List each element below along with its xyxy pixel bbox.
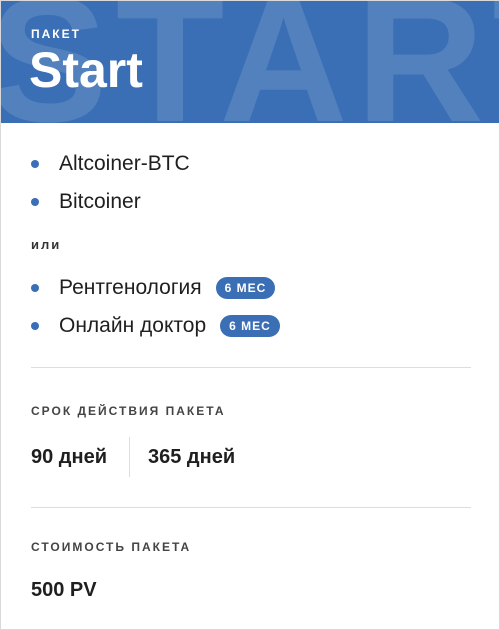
bullet-icon xyxy=(31,322,39,330)
bullet-icon xyxy=(31,284,39,292)
bullet-icon xyxy=(31,160,39,168)
package-label: ПАКЕТ xyxy=(31,27,81,41)
validity-option-90: 90 дней xyxy=(31,445,107,468)
feature-list-primary: Altcoiner-BTC Bitcoiner xyxy=(31,145,190,221)
validity-label: СРОК ДЕЙСТВИЯ ПАКЕТА xyxy=(31,404,226,418)
duration-badge: 6 МЕС xyxy=(220,315,280,337)
package-card: START ПАКЕТ Start Altcoiner-BTC Bitcoine… xyxy=(0,0,500,630)
list-item: Рентгенология 6 МЕС xyxy=(31,269,280,307)
section-divider xyxy=(31,367,471,368)
list-item-label: Рентгенология xyxy=(59,276,202,299)
list-item: Онлайн доктор 6 МЕС xyxy=(31,307,280,345)
feature-list-alternative: Рентгенология 6 МЕС Онлайн доктор 6 МЕС xyxy=(31,269,280,345)
list-item: Altcoiner-BTC xyxy=(31,145,190,183)
validity-option-365: 365 дней xyxy=(148,445,236,468)
list-item-label: Bitcoiner xyxy=(59,190,141,213)
duration-badge: 6 МЕС xyxy=(215,277,276,299)
list-item: Bitcoiner xyxy=(31,183,190,221)
validity-options: 90 дней 365 дней xyxy=(31,437,235,477)
bullet-icon xyxy=(31,198,39,206)
price-value: 500 PV xyxy=(31,579,97,601)
package-title: Start xyxy=(29,42,143,98)
list-item-label: Altcoiner-BTC xyxy=(59,152,190,175)
validity-option-divider xyxy=(129,437,130,477)
package-header: START ПАКЕТ Start xyxy=(1,1,499,123)
price-label: СТОИМОСТЬ ПАКЕТА xyxy=(31,540,192,554)
list-item-label: Онлайн доктор xyxy=(59,314,207,337)
or-separator-label: или xyxy=(31,237,62,252)
section-divider xyxy=(31,507,471,508)
